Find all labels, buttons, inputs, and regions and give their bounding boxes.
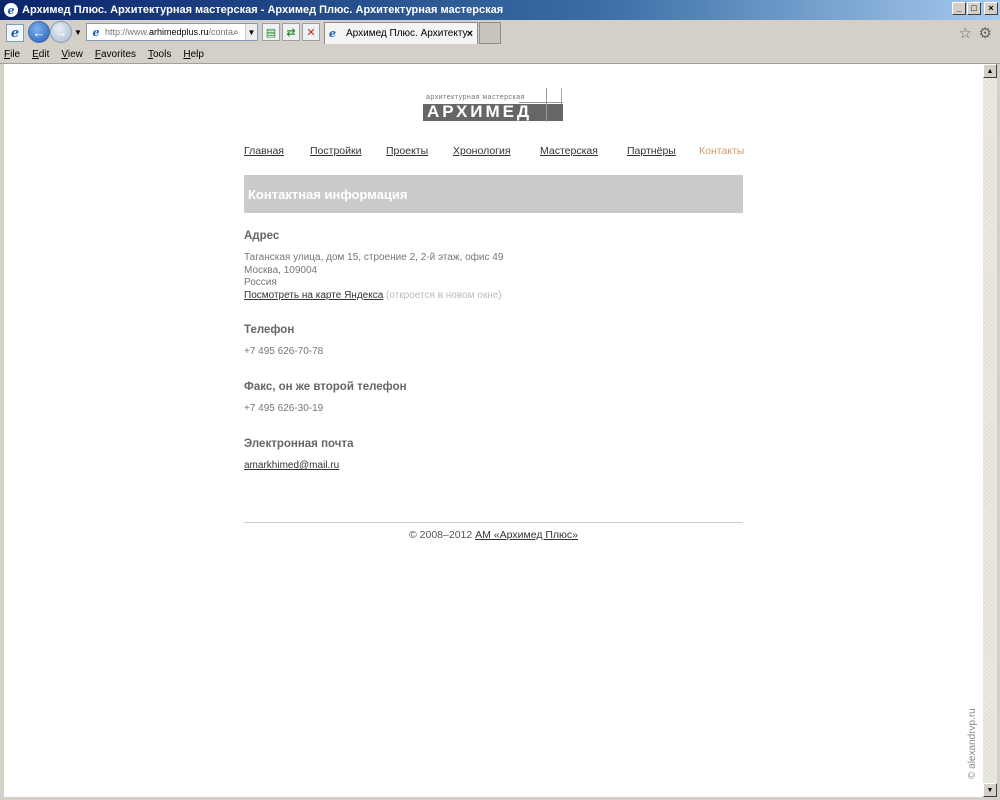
ie-icon: e [6, 24, 24, 42]
nav-link-projects[interactable]: Проекты [386, 145, 428, 157]
refresh-button[interactable]: ⇄ [282, 23, 300, 41]
email-heading: Электронная почта [244, 438, 354, 450]
address-line: Россия [244, 277, 277, 288]
nav-link-chronology[interactable]: Хронология [453, 145, 511, 157]
back-arrow-icon: ← [32, 24, 46, 40]
address-url[interactable]: http://www.arhimedplus.ru/conta [105, 27, 233, 37]
address-dropdown[interactable]: ▼ [245, 24, 257, 40]
stop-button[interactable]: ✕ [302, 23, 320, 41]
compatibility-view-button[interactable]: ▤ [262, 23, 280, 41]
menu-help[interactable]: Help [183, 49, 204, 60]
address-line: Таганская улица, дом 15, строение 2, 2-й… [244, 252, 504, 263]
nav-link-studio[interactable]: Мастерская [540, 145, 598, 157]
window-controls: _ □ × [952, 2, 998, 15]
ie-icon: e [92, 25, 100, 39]
forward-arrow-icon: → [54, 24, 68, 40]
window-titlebar: e Архимед Плюс. Архитектурная мастерская… [0, 0, 1000, 20]
stop-icon: ✕ [306, 26, 316, 39]
history-dropdown[interactable]: ▼ [74, 28, 82, 37]
new-tab-button[interactable] [479, 22, 501, 44]
address-bar[interactable]: e http://www.arhimedplus.ru/conta ⌕ ▼ [86, 23, 258, 41]
compat-icon: ▤ [265, 26, 277, 39]
footer-copyright: © 2008–2012 [409, 529, 473, 541]
search-icon[interactable]: ⌕ [233, 27, 245, 38]
phone-heading: Телефон [244, 324, 295, 336]
phone-value: +7 495 626-70-78 [244, 346, 324, 357]
logo-title: АРХИМЕД [427, 102, 533, 121]
ie-icon: e [329, 27, 336, 40]
menu-edit[interactable]: Edit [32, 49, 49, 60]
map-row: Посмотреть на карте Яндекса (откроется в… [244, 290, 503, 303]
logo-line [519, 102, 563, 103]
email-row: amarkhimed@mail.ru [244, 460, 339, 473]
fax-heading: Факс, он же второй телефон [244, 381, 407, 393]
logo-subtitle: архитектурная мастерская [426, 94, 525, 101]
close-button[interactable]: × [984, 2, 998, 15]
menu-tools[interactable]: Tools [148, 49, 171, 60]
window-title: Архимед Плюс. Архитектурная мастерская -… [22, 4, 504, 16]
footer: © 2008–2012 АМ «Архимед Плюс» [244, 529, 743, 541]
address-block: Таганская улица, дом 15, строение 2, 2-й… [244, 252, 503, 302]
nav-link-partners[interactable]: Партнёры [627, 145, 676, 157]
scroll-down-button[interactable]: ▼ [983, 783, 997, 797]
ie-icon: e [4, 3, 18, 17]
star-icon[interactable]: ☆ [959, 24, 972, 42]
address-line: Москва, 109004 [244, 264, 318, 276]
map-link-note: (откроется в новом окне) [386, 289, 502, 301]
page-viewport: архитектурная мастерская АРХИМЕД Главная… [4, 64, 983, 797]
tab-title: Архимед Плюс. Архитекту... [346, 28, 467, 39]
watermark: © alexandrvp.ru [966, 695, 982, 781]
footer-divider [244, 522, 743, 523]
menu-view[interactable]: View [61, 49, 83, 60]
address-heading: Адрес [244, 230, 280, 242]
nav-link-home[interactable]: Главная [244, 145, 284, 157]
scroll-up-button[interactable]: ▲ [983, 64, 997, 78]
tab-close-button[interactable]: × [467, 28, 473, 40]
browser-tab[interactable]: e Архимед Плюс. Архитекту... × [324, 22, 478, 44]
back-button[interactable]: ← [28, 21, 50, 43]
watermark-text: © alexandrvp.ru [967, 708, 978, 779]
maximize-button[interactable]: □ [967, 2, 981, 15]
forward-button[interactable]: → [50, 21, 72, 43]
fax-value: +7 495 626-30-19 [244, 403, 324, 414]
yandex-map-link[interactable]: Посмотреть на карте Яндекса [244, 290, 383, 301]
nav-link-buildings[interactable]: Постройки [310, 145, 361, 157]
nav-link-contacts[interactable]: Контакты [699, 145, 744, 157]
menu-favorites[interactable]: Favorites [95, 49, 136, 60]
refresh-icon: ⇄ [286, 26, 296, 39]
minimize-button[interactable]: _ [952, 2, 966, 15]
menu-bar: File Edit View Favorites Tools Help [0, 46, 1000, 64]
browser-toolbar: e ← → ▼ e http://www.arhimedplus.ru/cont… [0, 20, 1000, 46]
email-link[interactable]: amarkhimed@mail.ru [244, 460, 339, 471]
menu-file[interactable]: File [4, 49, 20, 60]
page-title: Контактная информация [244, 175, 743, 213]
logo-line [546, 88, 547, 122]
vertical-scrollbar[interactable]: ▲ ▼ [983, 64, 997, 797]
footer-link[interactable]: АМ «Архимед Плюс» [475, 529, 578, 541]
gear-icon[interactable]: ⚙ [979, 24, 992, 42]
site-logo[interactable]: архитектурная мастерская АРХИМЕД [423, 88, 565, 122]
